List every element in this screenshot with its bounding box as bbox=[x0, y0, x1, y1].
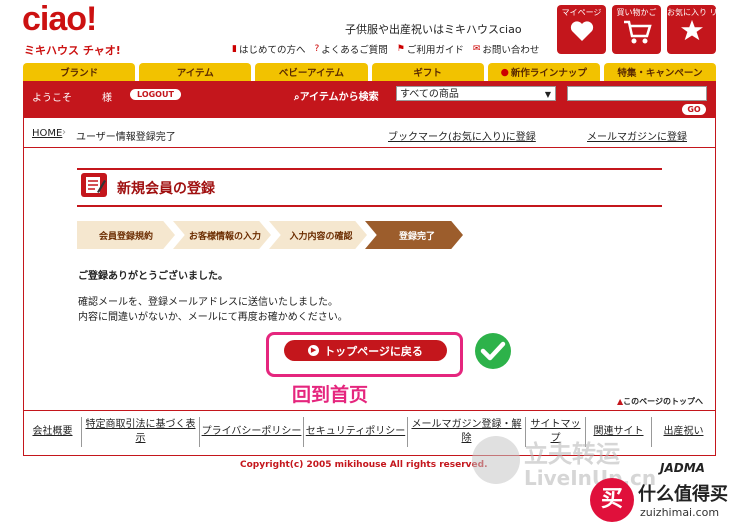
thanks-message: ご登録ありがとうございました。 bbox=[78, 271, 228, 282]
heart-icon bbox=[570, 21, 593, 41]
cart-button[interactable]: 買い物かご bbox=[612, 5, 661, 54]
welcome-text: ようこそ bbox=[32, 93, 72, 104]
page-title: 新規会員の登録 bbox=[117, 181, 215, 197]
back-to-top-page-button[interactable]: ▶ トップページに戻る bbox=[284, 340, 447, 361]
favorites-label: お気に入り リスト bbox=[667, 8, 734, 17]
copyright: Copyright(c) 2005 mikihouse All rights r… bbox=[240, 460, 488, 470]
footer-link-security[interactable]: セキュリティポリシー bbox=[304, 417, 408, 447]
tab-new-lineup[interactable]: ● 新作ラインナップ bbox=[487, 63, 600, 81]
mail-icon: ✉ bbox=[472, 44, 481, 54]
step-customer-info: お客様情報の入力 bbox=[173, 221, 271, 249]
step-confirm: 入力内容の確認 bbox=[269, 221, 367, 249]
tab-baby-item[interactable]: ベビーアイテム bbox=[255, 63, 368, 81]
bookmark-link[interactable]: ブックマーク(お気に入り)に登録 bbox=[388, 128, 536, 143]
book-icon: ▮ bbox=[232, 44, 237, 54]
search-input[interactable] bbox=[567, 86, 707, 101]
confirmation-message-line2: 内容に間違いがないか、メールにて再度お確かめください。 bbox=[78, 312, 348, 323]
footer-link-privacy[interactable]: プライバシーポリシー bbox=[200, 417, 304, 447]
step-complete: 登録完了 bbox=[365, 221, 463, 249]
header-link-faq[interactable]: ? よくあるご質問 bbox=[314, 42, 387, 56]
search-label: ⌕アイテムから検索 bbox=[294, 92, 379, 103]
step-terms: 会員登録規約 bbox=[77, 221, 175, 249]
header-link-guide[interactable]: ⚑ ご利用ガイド bbox=[397, 42, 464, 56]
footer-link-commerce-law[interactable]: 特定商取引法に基づく表示 bbox=[82, 417, 200, 447]
category-select-value: すべての商品 bbox=[400, 89, 459, 100]
tab-campaign[interactable]: 特集・キャンペーン bbox=[603, 63, 717, 81]
checkmark-icon bbox=[472, 330, 514, 372]
question-icon: ? bbox=[314, 44, 320, 54]
watermark-smzdm: 买 什么值得买 zuizhimai.com bbox=[590, 478, 754, 530]
header-link-contact[interactable]: ✉ お問い合わせ bbox=[473, 42, 540, 56]
cart-icon bbox=[623, 20, 652, 44]
category-select[interactable]: すべての商品 ▼ bbox=[396, 86, 556, 101]
header-link-beginners[interactable]: ▮ はじめての方へ bbox=[232, 42, 305, 56]
confirmation-message-line1: 確認メールを、登録メールアドレスに送信いたしました。 bbox=[78, 297, 338, 308]
page-top-link[interactable]: ▲このページのトップへ bbox=[617, 396, 703, 407]
star-icon bbox=[680, 19, 703, 41]
breadcrumb-current: ユーザー情報登録完了 bbox=[76, 132, 176, 143]
annotation-label: 回到首页 bbox=[292, 384, 369, 406]
breadcrumb-home-link[interactable]: HOME bbox=[32, 128, 62, 139]
watermark-text-1: 立夫转运 bbox=[524, 440, 620, 468]
flag-icon: ⚑ bbox=[396, 44, 405, 54]
form-icon bbox=[81, 173, 107, 197]
watermark-logo-icon bbox=[472, 436, 520, 484]
site-logo[interactable]: ciao! ミキハウス チャオ! bbox=[22, 0, 121, 60]
back-to-top-label: トップページに戻る bbox=[324, 344, 423, 358]
go-button[interactable]: GO bbox=[682, 104, 706, 115]
chevron-down-icon: ▼ bbox=[544, 90, 551, 99]
logo-subtext: ミキハウス チャオ! bbox=[24, 44, 121, 57]
footer-link-company[interactable]: 会社概要 bbox=[24, 417, 82, 447]
watermark-text-4: zuizhimai.com bbox=[640, 506, 720, 519]
registration-steps: 会員登録規約 お客様情報の入力 入力内容の確認 登録完了 bbox=[77, 221, 463, 249]
smzdm-logo-icon: 买 bbox=[590, 478, 634, 522]
header-links: ▮ はじめての方へ ? よくあるご質問 ⚑ ご利用ガイド ✉ お問い合わせ bbox=[232, 42, 539, 56]
favorites-button[interactable]: お気に入り リスト bbox=[667, 5, 734, 54]
new-badge-icon: ● bbox=[500, 66, 509, 78]
logout-button[interactable]: LOGOUT bbox=[130, 89, 181, 100]
category-tabs: ブランド アイテム ベビーアイテム ギフト ● 新作ラインナップ 特集・キャンペー… bbox=[23, 63, 717, 81]
logo-text: ciao! bbox=[22, 0, 97, 38]
mypage-label: マイページ bbox=[561, 8, 602, 17]
mail-magazine-link[interactable]: メールマガジンに登録 bbox=[587, 128, 687, 143]
sama-text: 様 bbox=[102, 93, 112, 104]
tagline: 子供服や出産祝いはミキハウスciao bbox=[345, 23, 522, 36]
tab-gift[interactable]: ギフト bbox=[371, 63, 484, 81]
play-icon: ▶ bbox=[308, 345, 320, 356]
tab-item[interactable]: アイテム bbox=[139, 63, 252, 81]
mypage-button[interactable]: マイページ bbox=[557, 5, 606, 54]
breadcrumb-separator-icon: › bbox=[62, 127, 66, 138]
cart-label: 買い物かご bbox=[616, 8, 657, 17]
watermark-text-3: 什么值得买 bbox=[638, 484, 728, 505]
tab-brand[interactable]: ブランド bbox=[23, 63, 136, 81]
